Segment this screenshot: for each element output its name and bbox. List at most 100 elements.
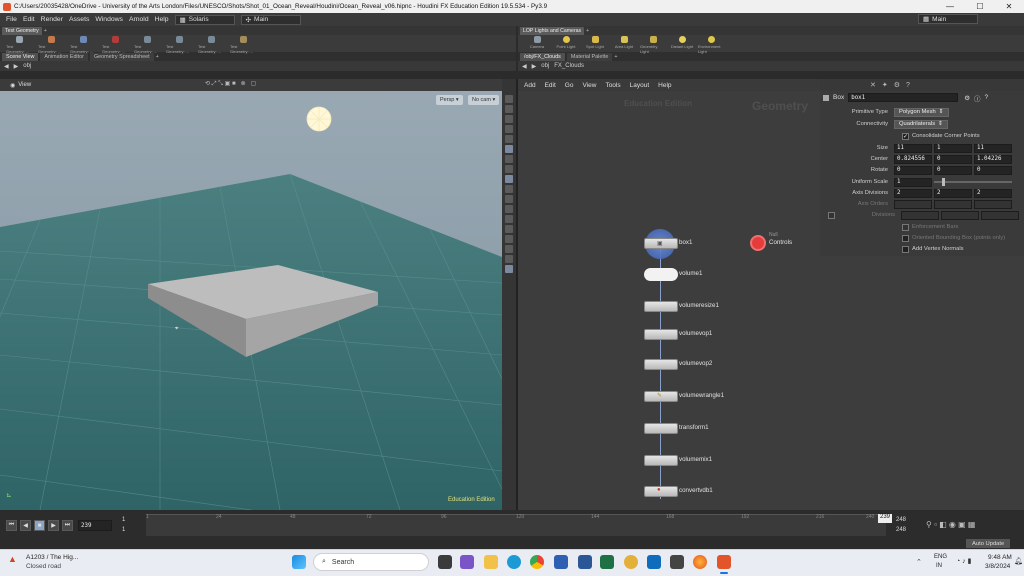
- consolidate-checkbox[interactable]: ✓: [902, 132, 909, 140]
- node-volumevop2[interactable]: [644, 359, 678, 370]
- word-icon[interactable]: [578, 555, 592, 569]
- shelf-tool-5[interactable]: Test Geometry: ...: [134, 35, 160, 54]
- step-back-button[interactable]: ◀: [20, 520, 31, 531]
- rotate-x-field[interactable]: 0: [894, 165, 932, 175]
- notification-icon[interactable]: 🔔︎: [1014, 557, 1023, 565]
- shelf-tool-1[interactable]: Test Geometry: ...: [6, 35, 32, 54]
- play-button[interactable]: ▶: [48, 520, 59, 531]
- tab-scene-view[interactable]: Scene View: [2, 52, 39, 61]
- menu-render[interactable]: Render: [41, 16, 63, 23]
- add-tab-icon[interactable]: +: [156, 54, 159, 60]
- forward-arrow-icon[interactable]: ▶: [532, 63, 537, 70]
- persp-menu[interactable]: Persp ▾: [436, 95, 463, 105]
- display-options-icon[interactable]: ⟲ ⤢ ⤡ ▣ ■ ⊗ ▢: [205, 80, 256, 88]
- add-shelf-icon[interactable]: +: [44, 28, 47, 34]
- handles-icon[interactable]: [505, 235, 513, 243]
- size-x-field[interactable]: 11: [894, 143, 932, 153]
- shading-icon[interactable]: [505, 195, 513, 203]
- node-volumewrangle1[interactable]: ✎: [644, 391, 678, 402]
- start-frame-field-2[interactable]: 1: [122, 527, 125, 533]
- store-icon[interactable]: [554, 555, 568, 569]
- node-controls-null[interactable]: [750, 235, 766, 251]
- snap-icon[interactable]: [505, 125, 513, 133]
- param-node-name[interactable]: box1: [848, 93, 959, 102]
- gear-icon[interactable]: ⚙: [964, 94, 970, 102]
- wire-icon[interactable]: [505, 215, 513, 223]
- net-menu-view[interactable]: View: [582, 82, 596, 89]
- normals-icon[interactable]: [505, 225, 513, 233]
- light-icon[interactable]: [505, 155, 513, 163]
- tray-chevron-icon[interactable]: ⌃: [916, 558, 922, 566]
- axis-div-z-field[interactable]: 2: [974, 188, 1012, 198]
- node-transform1[interactable]: [644, 423, 678, 434]
- info-icon[interactable]: ⓘ: [974, 93, 981, 103]
- guides-icon[interactable]: [505, 245, 513, 253]
- teams-icon[interactable]: [460, 555, 474, 569]
- houdini-taskbar-icon[interactable]: [717, 555, 731, 569]
- net-menu-go[interactable]: Go: [565, 82, 574, 89]
- outlook-icon[interactable]: [647, 555, 661, 569]
- help-icon[interactable]: ?: [985, 94, 989, 101]
- camera-tool-icon[interactable]: [505, 165, 513, 173]
- help-icon[interactable]: ?: [906, 82, 910, 89]
- firefox-icon[interactable]: [693, 555, 707, 569]
- node-volume1[interactable]: [644, 268, 678, 281]
- menu-assets[interactable]: Assets: [69, 16, 89, 23]
- back-arrow-icon[interactable]: ◀: [522, 63, 527, 70]
- lock-icon[interactable]: [505, 115, 513, 123]
- pin-icon[interactable]: [505, 185, 513, 193]
- menu-file[interactable]: File: [6, 16, 17, 23]
- pin-icon[interactable]: ✦: [882, 81, 888, 89]
- size-y-field[interactable]: 1: [934, 143, 972, 153]
- scene-viewport[interactable]: ⌖ Persp ▾ No cam ▾ Education Edition ⊾: [0, 79, 502, 510]
- net-menu-layout[interactable]: Layout: [630, 82, 650, 89]
- shelf-tool-6[interactable]: Test Geometry: ...: [166, 35, 192, 54]
- workspace-dropdown[interactable]: ✣ Main: [240, 14, 301, 25]
- center-z-field[interactable]: 1.04226: [974, 154, 1012, 164]
- key-icons[interactable]: ⚲ ▫ ◧ ◉ ▣ ▦: [926, 520, 975, 529]
- node-convertvdb1[interactable]: ●: [644, 486, 678, 497]
- file-explorer-icon[interactable]: [484, 555, 498, 569]
- move-tool-icon[interactable]: [505, 105, 513, 113]
- shelf-tool-3[interactable]: Test Geometry: ...: [70, 35, 96, 54]
- brush-icon[interactable]: [505, 135, 513, 143]
- menu-help[interactable]: Help: [155, 16, 169, 23]
- right-desktop-dropdown[interactable]: ▦ Main: [918, 14, 978, 24]
- excel-icon[interactable]: [600, 555, 614, 569]
- tab-material-palette[interactable]: Material Palette: [566, 52, 613, 61]
- shelf-tool-geometry-light[interactable]: Geometry Light: [640, 35, 666, 54]
- node-volumevop1[interactable]: [644, 329, 678, 340]
- ghost-icon[interactable]: [505, 255, 513, 263]
- edge-icon[interactable]: [507, 555, 521, 569]
- gear-icon[interactable]: ⚙: [894, 81, 900, 89]
- camera-menu[interactable]: No cam ▾: [468, 95, 500, 105]
- shelf-tool-camera[interactable]: Camera: [524, 35, 550, 49]
- clock-time[interactable]: 9:48 AM: [988, 554, 1012, 561]
- taskbar-search[interactable]: ⌕ Search: [313, 553, 429, 571]
- network-editor[interactable]: Education Edition Geometry ▣ box1 volume…: [518, 91, 820, 510]
- shelf-tool-point-light[interactable]: Point Light: [553, 35, 579, 49]
- center-x-field[interactable]: 0.824556: [894, 154, 932, 164]
- stop-button[interactable]: ■: [34, 520, 45, 531]
- node-volumemix1[interactable]: [644, 455, 678, 466]
- add-shelf-icon[interactable]: +: [586, 28, 589, 34]
- app-icon[interactable]: [624, 555, 638, 569]
- weather-widget-title[interactable]: A1203 / The Hig...: [26, 554, 78, 561]
- close-button[interactable]: ✕: [994, 0, 1024, 13]
- net-menu-add[interactable]: Add: [524, 82, 536, 89]
- visibility-icon[interactable]: [505, 265, 513, 273]
- chrome-icon[interactable]: [530, 555, 544, 569]
- current-frame-field[interactable]: 239: [78, 520, 112, 531]
- primitive-type-dropdown[interactable]: Polygon Mesh ⇕: [894, 107, 949, 117]
- shelf-tool-4[interactable]: Test Geometry: ...: [102, 35, 128, 54]
- shelf-tool-7[interactable]: Test Geometry: ...: [198, 35, 224, 54]
- node-box1[interactable]: ▣: [644, 238, 678, 249]
- end-frame-field[interactable]: 248: [896, 517, 906, 523]
- back-arrow-icon[interactable]: ◀: [4, 63, 9, 70]
- shelf-tool-environment-light[interactable]: Environment Light: [698, 35, 724, 54]
- network-path-root[interactable]: obj: [541, 63, 549, 69]
- center-y-field[interactable]: 0: [934, 154, 972, 164]
- connectivity-dropdown[interactable]: Quadrilaterals ⇕: [894, 119, 948, 129]
- shelf-tab-lop-lights[interactable]: LOP Lights and Cameras: [520, 26, 585, 35]
- language-indicator[interactable]: ENG: [934, 554, 947, 560]
